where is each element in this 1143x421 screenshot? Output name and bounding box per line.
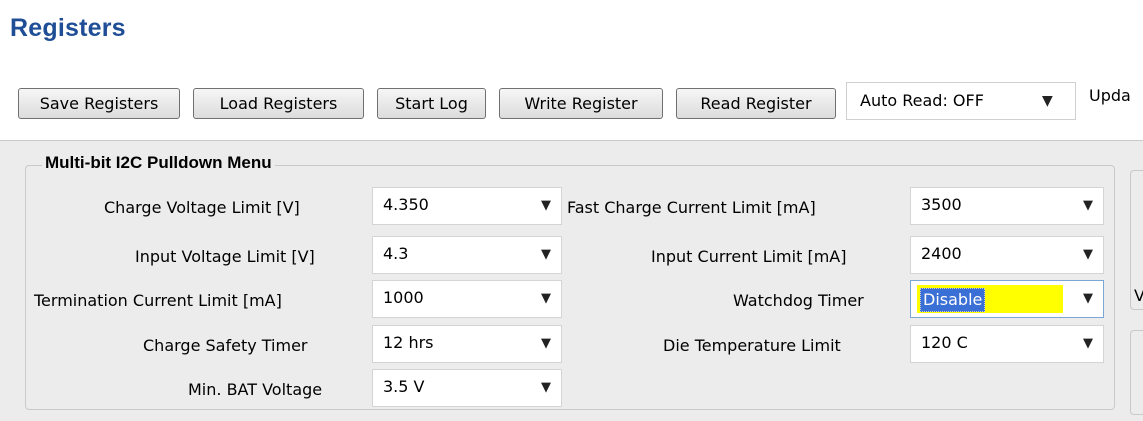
chevron-down-icon: ▼ bbox=[1083, 198, 1093, 213]
auto-read-dropdown[interactable]: Auto Read: OFF ▼ bbox=[846, 82, 1076, 120]
chevron-down-icon: ▼ bbox=[1083, 291, 1093, 306]
save-registers-button[interactable]: Save Registers bbox=[18, 88, 180, 119]
min-bat-voltage-value: 3.5 V bbox=[383, 377, 425, 396]
input-voltage-limit-dropdown[interactable]: 4.3 ▼ bbox=[372, 236, 562, 274]
group-title: Multi-bit I2C Pulldown Menu bbox=[42, 153, 275, 173]
chevron-down-icon: ▼ bbox=[1083, 247, 1093, 262]
die-temperature-limit-value: 120 C bbox=[921, 333, 968, 352]
chevron-down-icon: ▼ bbox=[541, 247, 551, 262]
update-label: Upda bbox=[1089, 86, 1131, 105]
chevron-down-icon: ▼ bbox=[1042, 93, 1053, 109]
watchdog-timer-dropdown[interactable]: Disable ▼ bbox=[910, 280, 1104, 318]
read-register-button[interactable]: Read Register bbox=[676, 88, 836, 119]
page-title: Registers bbox=[10, 14, 126, 42]
input-voltage-limit-value: 4.3 bbox=[383, 244, 409, 263]
watchdog-timer-label: Watchdog Timer bbox=[733, 291, 864, 310]
right-panel-label-partial: V bbox=[1134, 286, 1143, 305]
charge-safety-timer-value: 12 hrs bbox=[383, 333, 434, 352]
chevron-down-icon: ▼ bbox=[541, 291, 551, 306]
charge-voltage-limit-label: Charge Voltage Limit [V] bbox=[104, 198, 300, 217]
chevron-down-icon: ▼ bbox=[1083, 336, 1093, 351]
termination-current-limit-value: 1000 bbox=[383, 288, 424, 307]
input-current-limit-label: Input Current Limit [mA] bbox=[651, 247, 847, 266]
min-bat-voltage-label: Min. BAT Voltage bbox=[188, 380, 323, 399]
write-register-button[interactable]: Write Register bbox=[499, 88, 663, 119]
input-voltage-limit-label: Input Voltage Limit [V] bbox=[135, 247, 315, 266]
input-current-limit-dropdown[interactable]: 2400 ▼ bbox=[910, 236, 1104, 274]
load-registers-button[interactable]: Load Registers bbox=[193, 88, 364, 119]
die-temperature-limit-dropdown[interactable]: 120 C ▼ bbox=[910, 325, 1104, 363]
termination-current-limit-dropdown[interactable]: 1000 ▼ bbox=[372, 280, 562, 318]
charge-voltage-limit-dropdown[interactable]: 4.350 ▼ bbox=[372, 187, 562, 225]
die-temperature-limit-label: Die Temperature Limit bbox=[663, 336, 841, 355]
termination-current-limit-label: Termination Current Limit [mA] bbox=[34, 291, 282, 310]
chevron-down-icon: ▼ bbox=[541, 198, 551, 213]
input-current-limit-value: 2400 bbox=[921, 244, 962, 263]
fast-charge-current-limit-label: Fast Charge Current Limit [mA] bbox=[567, 198, 816, 217]
start-log-button[interactable]: Start Log bbox=[377, 88, 486, 119]
min-bat-voltage-dropdown[interactable]: 3.5 V ▼ bbox=[372, 369, 562, 407]
watchdog-timer-value: Disable bbox=[920, 288, 986, 312]
charge-safety-timer-label: Charge Safety Timer bbox=[143, 336, 308, 355]
right-panel-partial-lower bbox=[1130, 330, 1143, 415]
chevron-down-icon: ▼ bbox=[541, 336, 551, 351]
fast-charge-current-limit-value: 3500 bbox=[921, 195, 962, 214]
charge-voltage-limit-value: 4.350 bbox=[383, 195, 429, 214]
charge-safety-timer-dropdown[interactable]: 12 hrs ▼ bbox=[372, 325, 562, 363]
chevron-down-icon: ▼ bbox=[541, 380, 551, 395]
auto-read-value: Auto Read: OFF bbox=[860, 91, 984, 110]
toolbar: Save Registers Load Registers Start Log … bbox=[0, 80, 1143, 124]
fast-charge-current-limit-dropdown[interactable]: 3500 ▼ bbox=[910, 187, 1104, 225]
